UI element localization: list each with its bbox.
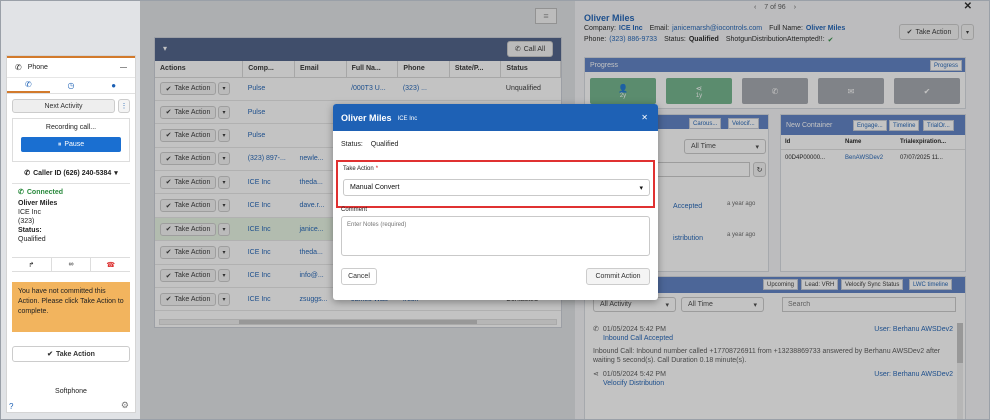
window-frame <box>0 0 990 420</box>
